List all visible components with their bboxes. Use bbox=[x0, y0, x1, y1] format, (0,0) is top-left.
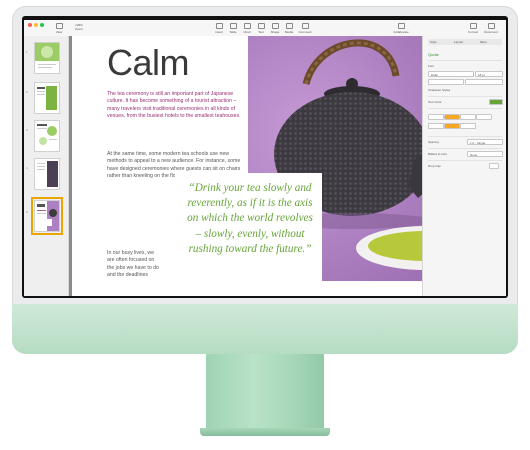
toolbar-label-document: Document bbox=[484, 30, 498, 34]
text-box-icon bbox=[257, 23, 265, 29]
align-right-button[interactable] bbox=[460, 114, 476, 120]
character-styles-label: Character Styles bbox=[428, 88, 451, 92]
comment-icon bbox=[301, 23, 309, 29]
divider bbox=[428, 96, 502, 97]
document-icon bbox=[487, 23, 495, 29]
divider bbox=[428, 148, 502, 149]
document-button[interactable]: Document bbox=[482, 23, 500, 34]
divider bbox=[428, 136, 502, 137]
leaf-thumbnail-image bbox=[38, 46, 56, 68]
shape-icon bbox=[271, 23, 279, 29]
format-button[interactable]: Format bbox=[464, 23, 482, 34]
toolbar-label-chart: Chart bbox=[243, 30, 251, 34]
font-family-select[interactable]: Didot bbox=[428, 71, 474, 77]
page-thumbnail-selected[interactable] bbox=[31, 197, 63, 235]
font-section-label: Font bbox=[428, 64, 435, 68]
drop-cap-checkbox[interactable] bbox=[489, 163, 499, 169]
thumbnail-number: 4 bbox=[26, 166, 28, 170]
bullets-select[interactable]: None bbox=[467, 151, 503, 157]
align-bottom-button[interactable] bbox=[460, 123, 476, 129]
imac-stand-foot bbox=[200, 428, 330, 436]
table-icon bbox=[229, 23, 237, 29]
tab-style[interactable]: Style bbox=[430, 40, 437, 44]
page-thumbnail[interactable] bbox=[34, 42, 60, 74]
tab-more[interactable]: More bbox=[480, 40, 487, 44]
font-family-value: Didot bbox=[431, 72, 439, 77]
page-thumbnail[interactable] bbox=[34, 82, 60, 114]
page-thumbnail[interactable] bbox=[34, 120, 60, 152]
zoom-select[interactable]: 125% Zoom bbox=[70, 23, 88, 31]
comment-button[interactable]: Comment bbox=[296, 23, 314, 34]
chart-icon bbox=[243, 23, 251, 29]
paragraph-icon bbox=[215, 23, 223, 29]
divider bbox=[428, 160, 502, 161]
toolbar-label-comment: Comment bbox=[298, 30, 312, 34]
page-thumbnail[interactable] bbox=[34, 158, 60, 190]
pages-app-window: View 125% Zoom Insert Table Chart Text S… bbox=[24, 20, 506, 296]
page-thumbnails-sidebar: 1 2 3 4 5 bbox=[24, 36, 69, 296]
toolbar-label-zoom: Zoom bbox=[75, 27, 83, 31]
close-window-button[interactable] bbox=[28, 23, 32, 27]
document-page[interactable]: Calm The tea ceremony is still an import… bbox=[72, 36, 422, 296]
dark-pot-thumbnail-image bbox=[37, 161, 58, 187]
collaborate-button[interactable]: Collaborate bbox=[390, 23, 412, 34]
imac-stand bbox=[206, 354, 324, 432]
imac-display: View 125% Zoom Insert Table Chart Text S… bbox=[12, 6, 518, 354]
thumbnail-number: 1 bbox=[26, 50, 28, 54]
align-center-button[interactable] bbox=[444, 114, 460, 120]
tab-layout[interactable]: Layout bbox=[454, 40, 463, 44]
justify-button[interactable] bbox=[476, 114, 492, 120]
display-bezel: View 125% Zoom Insert Table Chart Text S… bbox=[22, 16, 508, 298]
align-top-button[interactable] bbox=[428, 123, 444, 129]
view-menu-button[interactable]: View bbox=[50, 23, 68, 34]
spacing-value: 1.0 - Single bbox=[470, 140, 486, 145]
text-color-swatch[interactable] bbox=[489, 99, 503, 105]
media-icon bbox=[285, 23, 293, 29]
zoom-window-button[interactable] bbox=[40, 23, 44, 27]
align-middle-button[interactable] bbox=[444, 123, 460, 129]
inspector-tabs: Style Layout More bbox=[428, 39, 502, 45]
toolbar-label-collaborate: Collaborate bbox=[393, 30, 409, 34]
font-size-value: 18 pt bbox=[478, 72, 485, 77]
thumbnail-number: 3 bbox=[26, 128, 28, 132]
thumbnail-number: 2 bbox=[26, 90, 28, 94]
green-spread-thumbnail-image bbox=[37, 86, 57, 110]
bold-italic-underline-controls[interactable] bbox=[428, 79, 464, 85]
thumbnail-number: 5 bbox=[26, 210, 28, 214]
format-inspector: Style Layout More Quote Font Didot 18 pt… bbox=[422, 36, 506, 296]
divider bbox=[428, 108, 502, 109]
toolbar: View 125% Zoom Insert Table Chart Text S… bbox=[24, 20, 506, 37]
page-title[interactable]: Calm bbox=[107, 42, 190, 84]
font-style-select[interactable] bbox=[465, 79, 503, 85]
collaborate-icon bbox=[397, 23, 405, 29]
toolbar-label-media: Media bbox=[284, 30, 294, 34]
paragraph-style-selector[interactable]: Quote bbox=[428, 52, 502, 57]
align-left-button[interactable] bbox=[428, 114, 444, 120]
sidebar-icon bbox=[55, 23, 63, 29]
pull-quote-box[interactable]: “Drink your tea slowly and reverently, a… bbox=[175, 173, 322, 283]
toolbar-label-text: Text bbox=[258, 30, 264, 34]
toolbar-label-view: View bbox=[55, 30, 63, 34]
tea-cups-thumbnail-image bbox=[37, 124, 57, 145]
paragraph-style-name: Quote bbox=[428, 52, 439, 57]
pull-quote-text[interactable]: “Drink your tea slowly and reverently, a… bbox=[185, 181, 315, 257]
spacing-select[interactable]: 1.0 - Single bbox=[467, 139, 503, 145]
minimize-window-button[interactable] bbox=[34, 23, 38, 27]
body-paragraph[interactable]: In our busy lives, we are often focused … bbox=[107, 250, 162, 279]
divider bbox=[428, 60, 502, 61]
lead-paragraph[interactable]: The tea ceremony is still an important p… bbox=[107, 91, 249, 120]
toolbar-label-format: Format bbox=[468, 30, 478, 34]
bullets-value: None bbox=[470, 152, 478, 157]
imac-chin bbox=[12, 304, 518, 354]
toolbar-label-shape: Shape bbox=[270, 30, 280, 34]
toolbar-label-insert: Insert bbox=[215, 30, 223, 34]
font-size-stepper[interactable]: 18 pt bbox=[475, 71, 503, 77]
toolbar-label-table: Table bbox=[229, 30, 237, 34]
format-brush-icon bbox=[469, 23, 477, 29]
calm-page-thumbnail-image bbox=[37, 201, 59, 231]
document-canvas: Calm The tea ceremony is still an import… bbox=[69, 36, 422, 296]
